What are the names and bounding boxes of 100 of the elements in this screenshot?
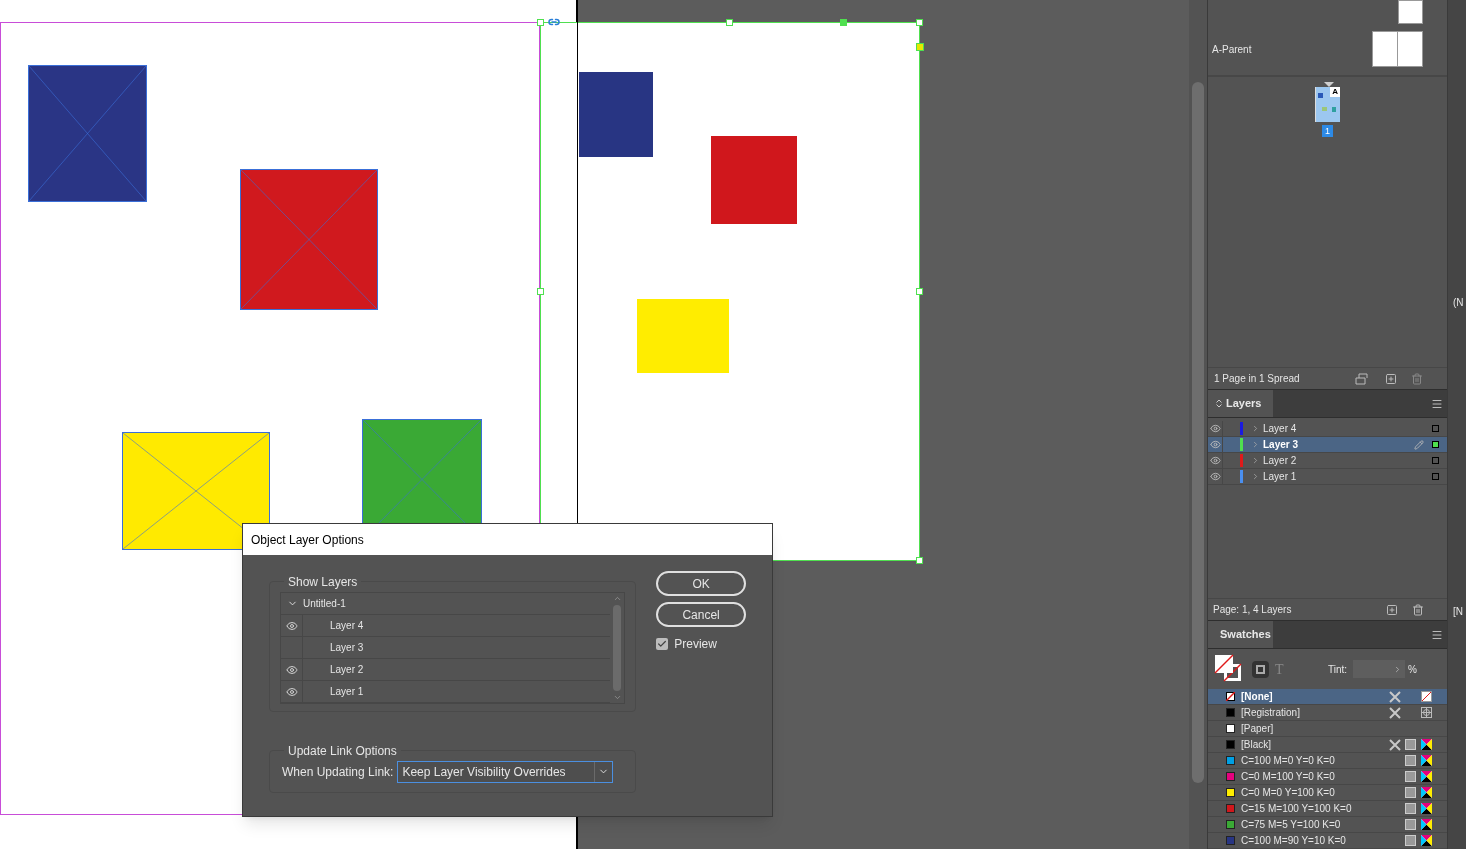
panel-tab[interactable]: Layers bbox=[1208, 390, 1273, 417]
eye-icon[interactable] bbox=[1209, 423, 1221, 434]
selection-handle[interactable] bbox=[916, 288, 923, 295]
selection-handle[interactable] bbox=[537, 19, 544, 26]
eye-icon[interactable] bbox=[1209, 471, 1221, 482]
page-size-icon[interactable] bbox=[1355, 372, 1371, 385]
selection-handle[interactable] bbox=[916, 557, 923, 564]
delete-icon[interactable] bbox=[1411, 372, 1423, 385]
swatch-row[interactable]: C=0 M=100 Y=0 K=0 bbox=[1208, 769, 1447, 785]
swatch-row[interactable]: C=0 M=0 Y=100 K=0 bbox=[1208, 785, 1447, 801]
cmyk-icon bbox=[1421, 739, 1432, 750]
selection-handle[interactable] bbox=[726, 19, 733, 26]
field-label: When Updating Link: bbox=[282, 763, 394, 781]
delete-icon[interactable] bbox=[1412, 603, 1424, 616]
selection-handle[interactable] bbox=[840, 19, 847, 26]
list-row[interactable]: Layer 3 bbox=[281, 637, 611, 659]
swatch-name: [Black] bbox=[1241, 738, 1272, 752]
swatch-row[interactable]: [None] bbox=[1208, 689, 1447, 705]
list-row[interactable]: Untitled-1 bbox=[281, 593, 611, 615]
tint-label: Tint: bbox=[1328, 662, 1348, 677]
parent-thumbnail[interactable] bbox=[1398, 0, 1423, 24]
process-mode-icon bbox=[1405, 835, 1416, 846]
link-option-dropdown[interactable]: Keep Layer Visibility Overrides bbox=[397, 760, 614, 783]
swatch-row[interactable]: C=100 M=0 Y=0 K=0 bbox=[1208, 753, 1447, 769]
page-thumbnail[interactable]: A bbox=[1315, 87, 1340, 122]
layer-name: Layer 4 bbox=[1263, 422, 1298, 436]
new-page-icon[interactable] bbox=[1385, 372, 1397, 385]
swatch-row[interactable]: [Black] bbox=[1208, 737, 1447, 753]
list-row[interactable]: Layer 4 bbox=[281, 615, 611, 637]
parent-name[interactable]: A-Parent bbox=[1212, 41, 1252, 57]
menu-icon[interactable] bbox=[1431, 628, 1443, 641]
selection-handle[interactable] bbox=[916, 19, 923, 26]
collapse-icon[interactable] bbox=[1216, 399, 1222, 408]
content-grabber-handle[interactable] bbox=[916, 43, 924, 51]
scrollbar-thumb[interactable] bbox=[1192, 82, 1204, 783]
swatch-name: C=0 M=100 Y=0 K=0 bbox=[1241, 770, 1336, 784]
scroll-down-icon[interactable] bbox=[612, 693, 622, 702]
swatch-name: [Paper] bbox=[1241, 722, 1275, 736]
pencil-icon bbox=[1414, 439, 1424, 450]
checkbox-label: Preview bbox=[674, 636, 717, 653]
panel-tab[interactable]: Swatches bbox=[1208, 621, 1273, 648]
dialog-title: Object Layer Options bbox=[251, 531, 364, 549]
layer-row[interactable]: Layer 1 bbox=[1208, 469, 1447, 485]
swatch-name: C=75 M=5 Y=100 K=0 bbox=[1241, 818, 1342, 832]
layer-name: Layer 2 bbox=[330, 663, 364, 677]
eye-icon[interactable] bbox=[285, 663, 298, 676]
dialog-button[interactable]: OK bbox=[656, 571, 746, 596]
container-mode-button[interactable] bbox=[1252, 660, 1269, 678]
new-layer-icon[interactable] bbox=[1386, 603, 1398, 616]
scroll-up-icon[interactable] bbox=[612, 594, 622, 603]
process-mode-icon bbox=[1405, 819, 1416, 830]
layer-name: Layer 2 bbox=[1263, 454, 1298, 468]
process-mode-icon bbox=[1405, 755, 1416, 766]
swatch-name: C=0 M=0 Y=100 K=0 bbox=[1241, 786, 1336, 800]
cmyk-icon bbox=[1421, 755, 1432, 766]
parent-letter: A bbox=[1330, 87, 1340, 97]
selection-square bbox=[1432, 473, 1439, 480]
swatch-name: C=15 M=100 Y=100 K=0 bbox=[1241, 802, 1353, 816]
process-mode-icon bbox=[1405, 771, 1416, 782]
process-mode-icon bbox=[1405, 739, 1416, 750]
swatch-row[interactable]: C=75 M=5 Y=100 K=0 bbox=[1208, 817, 1447, 833]
swatch-row[interactable]: C=15 M=100 Y=100 K=0 bbox=[1208, 801, 1447, 817]
dialog-button[interactable]: Cancel bbox=[656, 602, 746, 627]
tint-field[interactable] bbox=[1353, 660, 1406, 678]
process-mode-icon bbox=[1405, 787, 1416, 798]
selection-square bbox=[1432, 457, 1439, 464]
target-icon bbox=[1421, 707, 1432, 718]
swatch-row[interactable]: C=100 M=90 Y=10 K=0 bbox=[1208, 833, 1447, 849]
layer-name: Layer 1 bbox=[330, 685, 364, 699]
none-mode-icon bbox=[1421, 691, 1432, 702]
page-number: 1 bbox=[1322, 125, 1333, 137]
preview-checkbox[interactable] bbox=[656, 638, 669, 650]
layer-name: Layer 1 bbox=[1263, 470, 1298, 484]
layer-row[interactable]: Layer 2 bbox=[1208, 453, 1447, 469]
menu-icon[interactable] bbox=[1431, 397, 1443, 410]
eye-icon[interactable] bbox=[1209, 439, 1221, 450]
parent-thumbnail[interactable] bbox=[1372, 31, 1423, 67]
selection-handle[interactable] bbox=[537, 288, 544, 295]
scroll-thumb[interactable] bbox=[613, 605, 622, 691]
swatch-name: [Registration] bbox=[1241, 706, 1301, 720]
layer-row[interactable]: Layer 3 bbox=[1208, 437, 1447, 453]
swatch-name: [None] bbox=[1241, 690, 1274, 704]
fill-stroke-icon[interactable] bbox=[1214, 654, 1244, 684]
document-name: Untitled-1 bbox=[303, 597, 346, 611]
eye-icon[interactable] bbox=[285, 685, 298, 698]
eye-icon[interactable] bbox=[285, 619, 298, 632]
link-icon bbox=[546, 16, 562, 28]
list-row[interactable]: Layer 1 bbox=[281, 681, 611, 703]
cmyk-icon bbox=[1421, 835, 1432, 846]
process-mode-icon bbox=[1405, 803, 1416, 814]
swatch-row[interactable]: [Registration] bbox=[1208, 705, 1447, 721]
layer-name: Layer 3 bbox=[1263, 438, 1300, 452]
list-row[interactable]: Layer 2 bbox=[281, 659, 611, 681]
cmyk-icon bbox=[1421, 803, 1432, 814]
none-swatch-icon bbox=[1226, 692, 1235, 701]
swatch-row[interactable]: [Paper] bbox=[1208, 721, 1447, 737]
eye-icon[interactable] bbox=[1209, 455, 1221, 466]
cmyk-icon bbox=[1421, 819, 1432, 830]
selection-square bbox=[1432, 425, 1439, 432]
layer-name: Layer 4 bbox=[330, 619, 364, 633]
